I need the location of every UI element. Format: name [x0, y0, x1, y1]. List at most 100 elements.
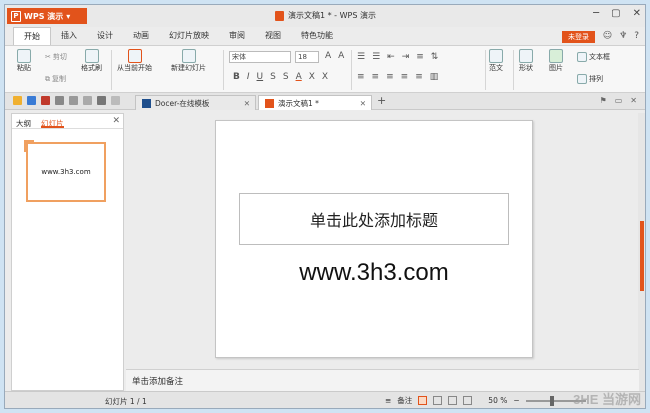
slide-thumbnail[interactable]: www.3h3.com	[26, 142, 106, 202]
text-direction-icon[interactable]: ⇅	[431, 52, 439, 62]
new-slide-label: 新建幻灯片	[171, 64, 206, 72]
doc-tab-docer[interactable]: Docer-在线模板 ✕	[135, 95, 256, 110]
tab-design[interactable]: 设计	[87, 27, 123, 45]
skin-icon[interactable]: ☺	[603, 31, 612, 41]
columns-icon[interactable]: ▥	[430, 72, 439, 82]
template-label: 范文	[489, 64, 503, 72]
close-icon[interactable]: ✕	[633, 8, 641, 19]
tab-outline[interactable]: 大纲	[16, 118, 31, 128]
slide-editor: 单击此处添加标题 www.3h3.com	[126, 113, 639, 369]
from-current-button[interactable]: 从当前开始	[117, 49, 152, 73]
notes-toggle-label[interactable]: 备注	[397, 395, 412, 406]
help-icon[interactable]: ?	[634, 31, 639, 41]
font-shrink-icon[interactable]: A	[338, 51, 344, 61]
title-placeholder[interactable]: 单击此处添加标题	[239, 193, 509, 245]
login-button[interactable]: 未登录	[562, 31, 595, 43]
tab-animation[interactable]: 动画	[123, 27, 159, 45]
template-button[interactable]: 范文	[489, 49, 503, 73]
close-icon[interactable]: ✕	[244, 99, 250, 108]
italic-icon[interactable]: I	[247, 72, 250, 82]
preview-icon[interactable]	[69, 96, 78, 105]
shadow-icon[interactable]: S	[283, 72, 289, 82]
tab-slideshow[interactable]: 幻灯片放映	[159, 27, 219, 45]
close-icon[interactable]: ✕	[112, 116, 120, 126]
page-indicator: 幻灯片 1 / 1	[105, 397, 147, 406]
sorter-view-button[interactable]	[433, 396, 443, 405]
new-slide-button[interactable]: 新建幻灯片	[171, 49, 206, 73]
shape-button[interactable]: 形状	[519, 49, 533, 73]
picture-button[interactable]: 图片	[549, 49, 563, 73]
tab-insert[interactable]: 插入	[51, 27, 87, 45]
presentation-icon	[265, 98, 274, 108]
normal-view-button[interactable]	[418, 396, 428, 405]
textbox-button[interactable]: 文本框	[577, 52, 610, 62]
font-name-select[interactable]: 宋体	[229, 51, 291, 63]
status-right-controls: ≡ 备注 50 % −	[385, 395, 586, 406]
copy-icon: ⧉	[45, 74, 50, 83]
undo-icon[interactable]	[97, 96, 106, 105]
line-spacing-icon[interactable]: ≡	[416, 52, 424, 62]
slideshow-view-button[interactable]	[463, 396, 473, 405]
justify-icon[interactable]: ≡	[401, 72, 409, 82]
new-tab-icon[interactable]: +	[377, 94, 386, 107]
open-icon[interactable]	[13, 96, 22, 105]
export-pdf-icon[interactable]	[41, 96, 50, 105]
save-icon[interactable]	[27, 96, 36, 105]
tab-view[interactable]: 视图	[255, 27, 291, 45]
doc-tab-presentation[interactable]: 演示文稿1 * ✕	[258, 95, 372, 110]
tab-features[interactable]: 特色功能	[291, 27, 343, 45]
paste-button[interactable]: 粘贴	[17, 49, 31, 73]
distribute-icon[interactable]: ≡	[415, 72, 423, 82]
font-size-select[interactable]: 18	[295, 51, 319, 63]
close-icon[interactable]: ✕	[360, 99, 366, 108]
tab-home[interactable]: 开始	[13, 27, 51, 45]
spellcheck-icon[interactable]	[83, 96, 92, 105]
notes-toggle-icon[interactable]: ≡	[385, 396, 391, 405]
presentation-icon	[275, 10, 284, 21]
subscript-icon[interactable]: X	[322, 72, 328, 82]
restore-icon[interactable]: ▭	[615, 96, 623, 105]
redo-icon[interactable]	[111, 96, 120, 105]
indent-decrease-icon[interactable]: ⇤	[387, 52, 395, 62]
tab-slides[interactable]: 幻灯片	[41, 118, 64, 128]
scroll-thumb[interactable]	[640, 221, 644, 291]
format-painter-button[interactable]: 格式刷	[81, 49, 102, 73]
slide-content-text[interactable]: www.3h3.com	[216, 259, 532, 287]
quick-access-bar: Docer-在线模板 ✕ 演示文稿1 * ✕ + ⚑ ▭ ✕	[5, 93, 645, 110]
bold-icon[interactable]: B	[233, 72, 240, 82]
slide-canvas[interactable]: 单击此处添加标题 www.3h3.com	[215, 120, 533, 358]
top-right-icons: ☺ ♆ ?	[603, 31, 639, 41]
pin-icon[interactable]: ⚑	[600, 96, 607, 105]
print-icon[interactable]	[55, 96, 64, 105]
superscript-icon[interactable]: X	[309, 72, 315, 82]
shirt-icon[interactable]: ♆	[619, 31, 627, 41]
font-color-icon[interactable]: A	[296, 72, 302, 82]
maximize-icon[interactable]: ▢	[611, 8, 620, 19]
arrange-button[interactable]: 排列	[577, 74, 603, 84]
font-grow-icon[interactable]: A	[325, 51, 331, 61]
zoom-out-icon[interactable]: −	[513, 396, 519, 405]
new-slide-icon	[181, 49, 196, 63]
format-painter-label: 格式刷	[81, 64, 102, 72]
app-menu-button[interactable]: P WPS 演示 ▾	[7, 8, 87, 24]
vertical-scrollbar[interactable]	[638, 113, 645, 391]
tab-review[interactable]: 审阅	[219, 27, 255, 45]
align-left-icon[interactable]: ≡	[357, 72, 365, 82]
minimize-icon[interactable]: ─	[593, 8, 599, 19]
copy-button[interactable]: ⧉ 复制	[45, 74, 66, 84]
align-center-icon[interactable]: ≡	[372, 72, 380, 82]
align-right-icon[interactable]: ≡	[386, 72, 394, 82]
indent-increase-icon[interactable]: ⇥	[402, 52, 410, 62]
panel-tabs: 大纲 幻灯片	[12, 114, 123, 129]
notes-area[interactable]: 单击添加备注	[126, 369, 639, 391]
bullet-list-icon[interactable]: ☰	[357, 52, 365, 62]
notes-placeholder: 单击添加备注	[132, 377, 184, 387]
paste-label: 粘贴	[17, 64, 31, 72]
number-list-icon[interactable]: ☰	[372, 52, 380, 62]
strikethrough-icon[interactable]: S	[270, 72, 276, 82]
reading-view-button[interactable]	[448, 396, 458, 405]
close-doc-icon[interactable]: ✕	[630, 96, 637, 105]
paragraph-group-bottom: ≡ ≡ ≡ ≡ ≡ ▥	[357, 72, 438, 82]
cut-button[interactable]: ✂ 剪切	[45, 52, 67, 62]
underline-icon[interactable]: U	[257, 72, 264, 82]
